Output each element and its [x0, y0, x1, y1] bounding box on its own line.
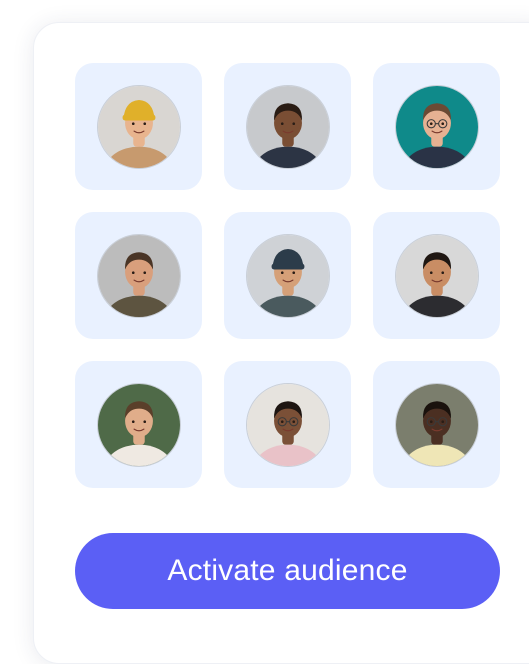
audience-tile[interactable]: [75, 63, 202, 190]
audience-tile[interactable]: [75, 361, 202, 488]
person-avatar: [394, 382, 479, 467]
person-avatar: [245, 382, 330, 467]
audience-tile[interactable]: [373, 212, 500, 339]
activate-audience-button[interactable]: Activate audience: [75, 533, 500, 609]
person-avatar: [96, 233, 181, 318]
person-avatar: [96, 84, 181, 169]
audience-tile[interactable]: [75, 212, 202, 339]
person-avatar: [245, 84, 330, 169]
person-avatar: [96, 382, 181, 467]
audience-tile[interactable]: [224, 361, 351, 488]
audience-grid: [75, 63, 500, 488]
audience-tile[interactable]: [373, 361, 500, 488]
person-avatar: [394, 233, 479, 318]
audience-tile[interactable]: [224, 212, 351, 339]
person-avatar: [394, 84, 479, 169]
audience-tile[interactable]: [373, 63, 500, 190]
audience-tile[interactable]: [224, 63, 351, 190]
person-avatar: [245, 233, 330, 318]
